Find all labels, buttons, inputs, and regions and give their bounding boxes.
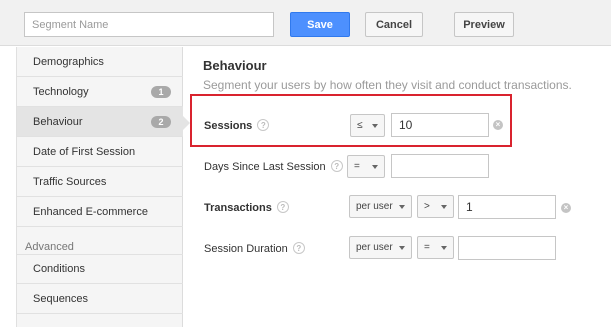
days-since-last-session-value-input[interactable] (391, 154, 489, 178)
row-label-text: Sessions (204, 120, 253, 132)
select-value: > (424, 201, 430, 212)
select-value: = (424, 242, 430, 253)
active-item-pointer (183, 116, 190, 130)
sidebar-item-conditions[interactable]: Conditions (17, 254, 183, 284)
condition-count-badge: 2 (151, 116, 171, 128)
segment-toolbar: Save Cancel Preview (0, 0, 611, 46)
sidebar-item-demographics[interactable]: Demographics (17, 47, 183, 77)
session-duration-scope-select[interactable]: per user (349, 236, 412, 259)
sidebar-item-behaviour[interactable]: Behaviour 2 (17, 107, 183, 137)
help-icon[interactable]: ? (292, 242, 305, 255)
sidebar-item-label: Date of First Session (33, 145, 136, 158)
sidebar-item-label: Conditions (33, 263, 85, 275)
days-since-last-session-operator-select[interactable]: = (347, 155, 385, 178)
help-icon[interactable]: ? (330, 160, 343, 173)
transactions-scope-select[interactable]: per user (349, 195, 412, 218)
session-duration-value-input[interactable] (458, 236, 556, 260)
page-subtitle: Segment your users by how often they vis… (203, 78, 572, 92)
select-value: per user (356, 242, 393, 253)
segment-category-sidebar: Demographics Technology 1 Behaviour 2 Da… (16, 47, 183, 327)
sidebar-item-technology[interactable]: Technology 1 (17, 77, 183, 107)
row-label-text: Days Since Last Session (204, 161, 326, 173)
session-duration-label: Session Duration? (204, 242, 305, 255)
session-duration-operator-select[interactable]: = (417, 236, 454, 259)
segment-name-input[interactable] (24, 12, 274, 37)
sessions-operator-select[interactable]: ≤ (350, 114, 385, 137)
sidebar-item-date-of-first-session[interactable]: Date of First Session (17, 137, 183, 167)
sessions-value-input[interactable] (391, 113, 489, 137)
condition-count-badge: 1 (151, 86, 171, 98)
chevron-down-icon (441, 205, 447, 209)
row-label-text: Session Duration (204, 243, 288, 255)
chevron-down-icon (399, 246, 405, 250)
transactions-value-input[interactable] (458, 195, 556, 219)
sidebar-item-label: Behaviour (33, 115, 83, 128)
sidebar-item-sequences[interactable]: Sequences (17, 284, 183, 314)
preview-button[interactable]: Preview (454, 12, 514, 37)
row-label-text: Transactions (204, 202, 272, 214)
sidebar-item-label: Enhanced E-commerce (33, 205, 148, 218)
advanced-heading: Advanced (25, 241, 74, 253)
days-since-last-session-label: Days Since Last Session? (204, 160, 343, 173)
chevron-down-icon (399, 205, 405, 209)
select-value: ≤ (357, 120, 363, 131)
transactions-operator-select[interactable]: > (417, 195, 454, 218)
sidebar-item-label: Technology (33, 85, 89, 98)
page-title: Behaviour (203, 58, 267, 73)
sidebar-item-enhanced-ecommerce[interactable]: Enhanced E-commerce (17, 197, 183, 227)
remove-condition-icon[interactable]: × (493, 120, 503, 130)
select-value: = (354, 161, 360, 172)
save-button[interactable]: Save (290, 12, 350, 37)
select-value: per user (356, 201, 393, 212)
sessions-label: Sessions? (204, 119, 270, 132)
transactions-label: Transactions? (204, 201, 289, 214)
remove-condition-icon[interactable]: × (561, 203, 571, 213)
sidebar-item-label: Demographics (33, 55, 104, 68)
cancel-button[interactable]: Cancel (365, 12, 423, 37)
chevron-down-icon (372, 165, 378, 169)
chevron-down-icon (441, 246, 447, 250)
help-icon[interactable]: ? (276, 201, 289, 214)
sidebar-item-label: Sequences (33, 292, 89, 305)
chevron-down-icon (372, 124, 378, 128)
help-icon[interactable]: ? (257, 119, 270, 132)
sidebar-item-traffic-sources[interactable]: Traffic Sources (17, 167, 183, 197)
sidebar-item-label: Traffic Sources (33, 175, 107, 188)
